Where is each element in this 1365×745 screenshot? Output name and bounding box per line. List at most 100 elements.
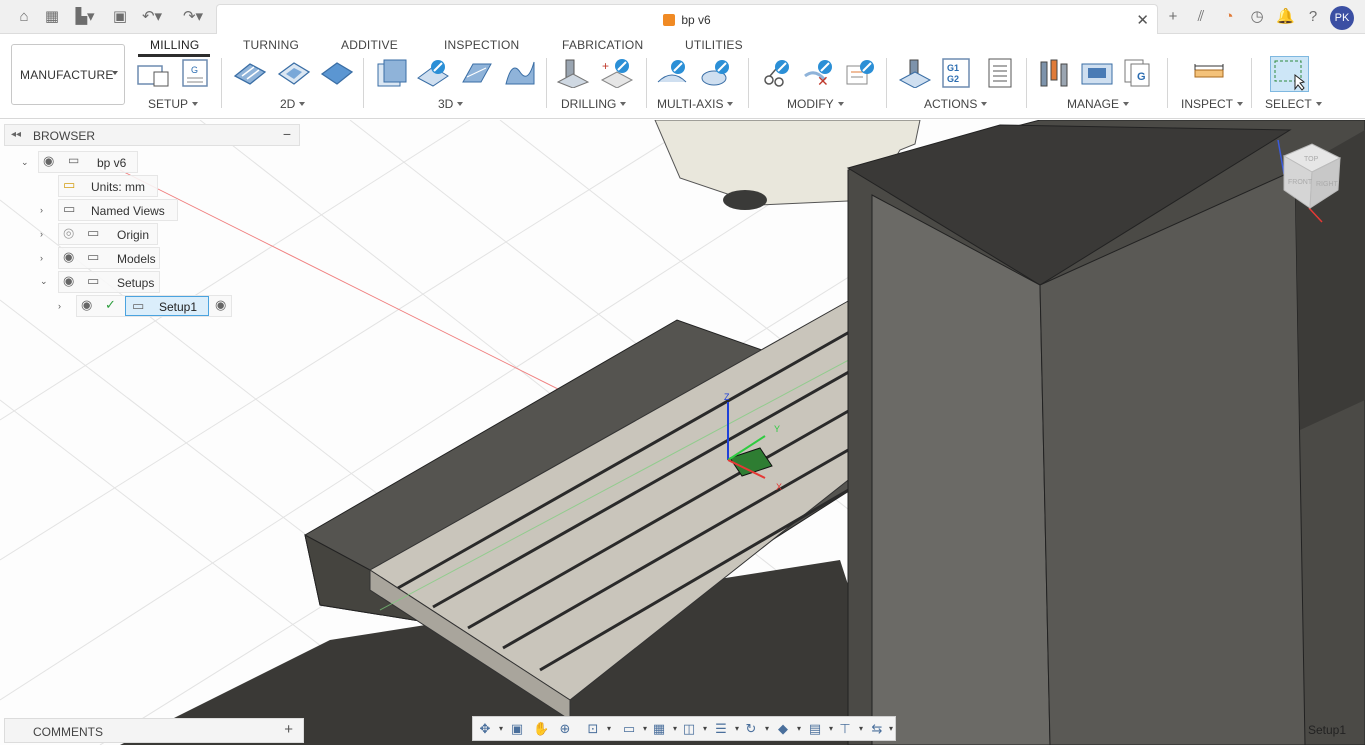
group-modify[interactable]: MODIFY — [787, 97, 844, 111]
collapse-arrow-icon[interactable]: ⌄ — [40, 276, 48, 287]
post-process-icon[interactable]: G1 G2 — [941, 58, 971, 88]
simulate-icon[interactable] — [898, 58, 932, 88]
chevron-down-icon[interactable]: ▾ — [759, 721, 775, 737]
group-drilling[interactable]: DRILLING — [561, 97, 626, 111]
undo-icon[interactable]: ↶▾ — [140, 8, 164, 26]
tree-node-named-views[interactable]: ▭ Named Views — [58, 199, 178, 221]
drill-icon[interactable] — [556, 58, 590, 88]
refresh-icon[interactable]: ↻ — [743, 721, 759, 737]
collapse-panel-icon[interactable]: ◂◂ — [11, 129, 21, 140]
select-button[interactable] — [1270, 56, 1309, 92]
face-icon[interactable] — [320, 58, 354, 88]
save-icon[interactable]: ▣ — [111, 8, 129, 26]
3d-pocket-icon[interactable] — [416, 58, 450, 88]
eye-icon[interactable]: ◉ — [63, 273, 74, 289]
redo-icon[interactable]: ↷▾ — [178, 8, 208, 26]
delete-toolpath-icon[interactable]: ✕ — [803, 58, 837, 88]
steep-shallow-icon[interactable] — [459, 58, 493, 88]
setup-sheet-document-icon[interactable] — [985, 58, 1015, 88]
tab-milling[interactable]: MILLING — [150, 38, 199, 52]
grid-icon[interactable]: ▦ — [43, 8, 61, 26]
chevron-down-icon[interactable]: ▾ — [791, 721, 807, 737]
home-icon[interactable]: ⌂ — [15, 8, 33, 26]
group-actions[interactable]: ACTIONS — [924, 97, 987, 111]
zoom-icon[interactable]: ⊕ — [557, 721, 573, 737]
file-menu-icon[interactable]: ▙▾ — [71, 8, 99, 26]
3d-adaptive-icon[interactable] — [374, 58, 408, 88]
notifications-icon[interactable]: 🔔 — [1276, 8, 1295, 26]
help-icon[interactable]: ? — [1304, 8, 1322, 26]
tree-node-models[interactable]: ◉ ▭ Models — [58, 247, 160, 269]
collapse-arrow-icon[interactable]: ⌄ — [21, 157, 29, 168]
online-status-icon[interactable]: ◔ — [1220, 8, 1238, 26]
post-library-icon[interactable]: G — [1123, 58, 1157, 88]
tree-node-root[interactable]: ◉ ▭ bp v6 — [38, 151, 138, 173]
eye-hidden-icon[interactable]: ◎ — [63, 225, 74, 241]
chevron-down-icon[interactable]: ▾ — [853, 721, 869, 737]
chevron-down-icon[interactable]: ▾ — [883, 721, 899, 737]
group-2d[interactable]: 2D — [280, 97, 305, 111]
fit-icon[interactable]: ⊡ — [585, 721, 601, 737]
parallel-icon[interactable] — [502, 58, 536, 88]
new-setup-icon[interactable] — [136, 58, 172, 88]
grid-settings-icon[interactable]: ▦ — [651, 721, 667, 737]
edit-notes-icon[interactable] — [845, 58, 879, 88]
expand-arrow-icon[interactable]: › — [40, 205, 43, 215]
look-at-icon[interactable]: ▣ — [509, 721, 525, 737]
display-settings-icon[interactable]: ▭ — [621, 721, 637, 737]
eye-icon[interactable]: ◉ — [63, 249, 74, 265]
document-tab[interactable]: bp v6 ✕ — [216, 4, 1158, 35]
machine-library-icon[interactable] — [1080, 58, 1114, 88]
close-tab-icon[interactable]: ✕ — [1136, 11, 1149, 29]
group-manage[interactable]: MANAGE — [1067, 97, 1129, 111]
canvas-viewport[interactable]: Z Y X — [0, 120, 1365, 745]
tool-library-icon[interactable] — [1037, 58, 1071, 88]
workspace-switcher[interactable]: MANUFACTURE — [11, 44, 125, 105]
orbit-icon[interactable]: ✥ — [477, 721, 493, 737]
expand-arrow-icon[interactable]: › — [58, 301, 61, 311]
group-3d[interactable]: 3D — [438, 97, 463, 111]
hole-recognition-icon[interactable]: + — [600, 58, 634, 88]
viewports-icon[interactable]: ◫ — [681, 721, 697, 737]
scene-3d[interactable]: Z Y X — [0, 120, 1365, 745]
view-cube[interactable]: TOP FRONT RIGHT — [1276, 138, 1346, 223]
tab-additive[interactable]: ADDITIVE — [341, 38, 398, 52]
measure-icon[interactable] — [1193, 58, 1225, 88]
new-tab-icon[interactable]: + — [1164, 8, 1182, 26]
tab-turning[interactable]: TURNING — [243, 38, 299, 52]
machine-display-icon[interactable]: ▤ — [807, 721, 823, 737]
extensions-icon[interactable]: ⫽ — [1192, 8, 1210, 26]
tree-node-units[interactable]: ▭ Units: mm — [58, 175, 158, 197]
chevron-down-icon[interactable]: ▾ — [697, 721, 713, 737]
swarf-icon[interactable] — [700, 58, 734, 88]
stock-display-icon[interactable]: ◆ — [775, 721, 791, 737]
job-status-icon[interactable]: ◷ — [1248, 8, 1266, 26]
2d-pocket-icon[interactable] — [277, 58, 311, 88]
pan-icon[interactable]: ✋ — [533, 721, 549, 737]
group-setup[interactable]: SETUP — [148, 97, 198, 111]
tab-utilities[interactable]: UTILITIES — [685, 38, 743, 52]
chevron-down-icon[interactable]: ▾ — [493, 721, 509, 737]
minimize-icon[interactable]: − — [283, 126, 291, 142]
section-icon[interactable]: ☰ — [713, 721, 729, 737]
activate-radio-icon[interactable]: ◉ — [215, 297, 226, 313]
tool-display-icon[interactable]: ⊤ — [837, 721, 853, 737]
tree-node-origin[interactable]: ◎ ▭ Origin — [58, 223, 158, 245]
group-multi-axis[interactable]: MULTI-AXIS — [657, 97, 733, 111]
trim-toolpath-icon[interactable] — [760, 58, 794, 88]
group-inspect[interactable]: INSPECT — [1181, 97, 1243, 111]
chevron-down-icon[interactable]: ▾ — [601, 721, 617, 737]
add-comment-icon[interactable]: + — [284, 721, 293, 738]
tab-inspection[interactable]: INSPECTION — [444, 38, 519, 52]
expand-arrow-icon[interactable]: › — [40, 253, 43, 263]
2d-adaptive-icon[interactable] — [233, 58, 267, 88]
setup-sheet-icon[interactable]: G — [180, 58, 210, 88]
tab-fabrication[interactable]: FABRICATION — [562, 38, 643, 52]
eye-icon[interactable]: ◉ — [43, 153, 54, 169]
user-avatar[interactable]: PK — [1330, 6, 1354, 30]
tree-node-setups[interactable]: ◉ ▭ Setups — [58, 271, 160, 293]
tree-node-setup1[interactable]: ◉ ✓ ▭ Setup1 ◉ — [76, 295, 232, 317]
group-select[interactable]: SELECT — [1265, 97, 1322, 111]
multi-axis-contour-icon[interactable] — [656, 58, 690, 88]
expand-arrow-icon[interactable]: › — [40, 229, 43, 239]
